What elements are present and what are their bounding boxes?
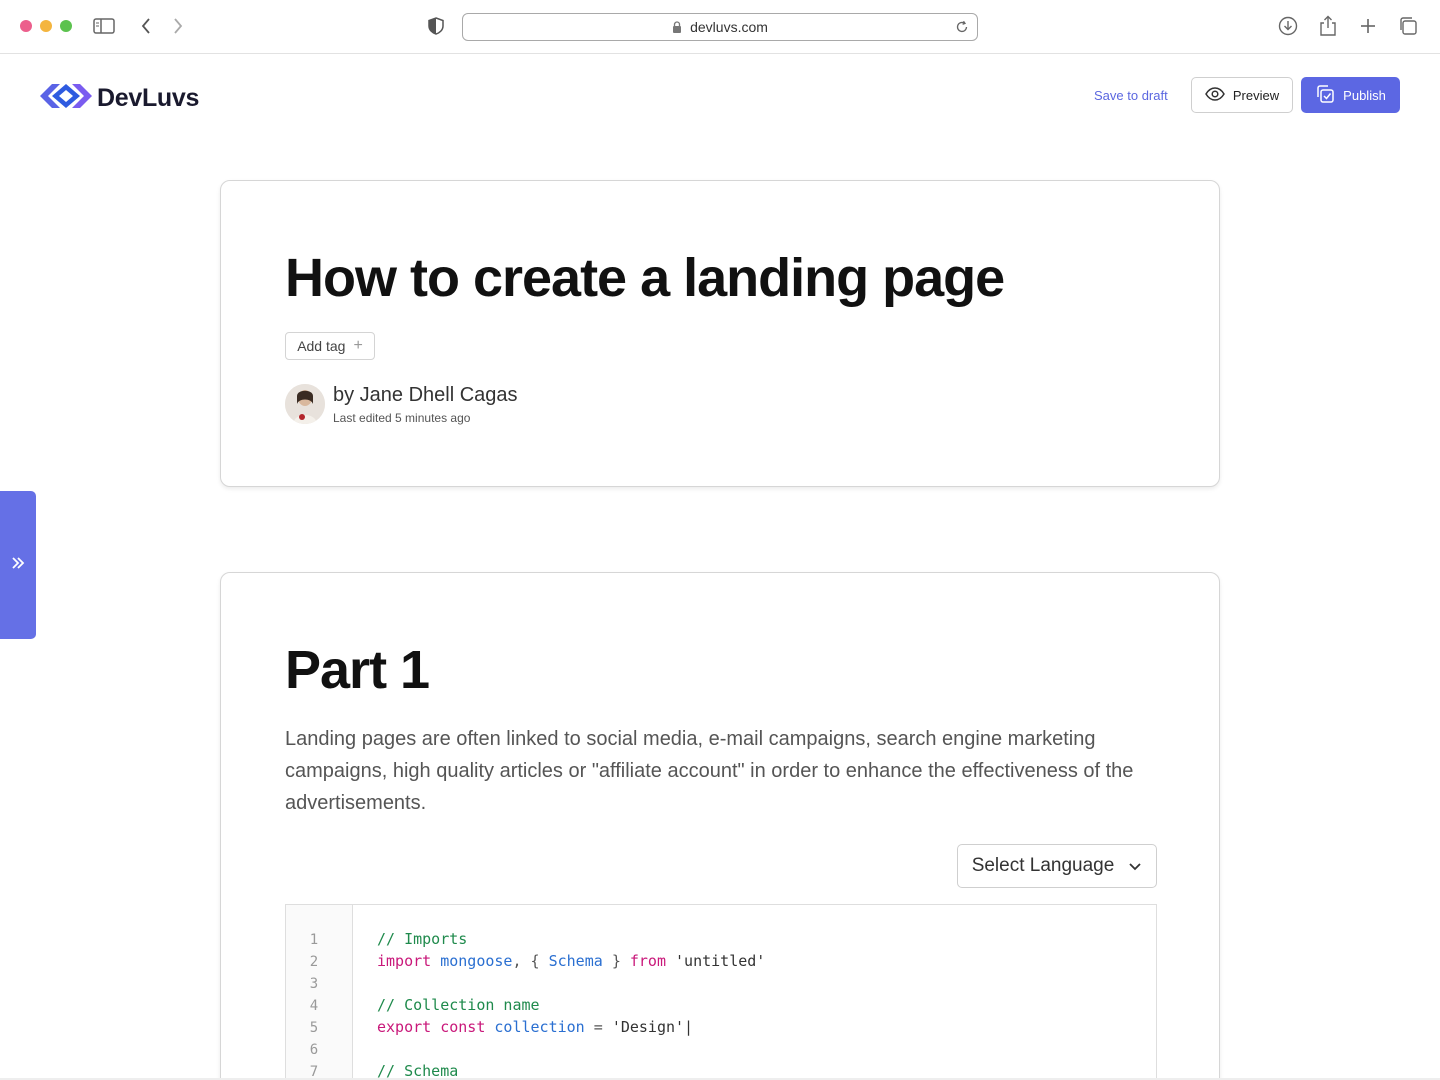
- address-bar[interactable]: devluvs.com: [462, 13, 978, 41]
- eye-icon: [1205, 86, 1225, 104]
- forward-icon[interactable]: [166, 14, 190, 38]
- expand-sidebar-tab[interactable]: [0, 491, 36, 639]
- post-header-card: How to create a landing page Add tag + b…: [220, 180, 1220, 487]
- tab-overview-icon[interactable]: [1396, 14, 1420, 38]
- back-icon[interactable]: [134, 14, 158, 38]
- code-punctuation: , {: [512, 952, 540, 970]
- download-icon[interactable]: [1276, 14, 1300, 38]
- zoom-window-button[interactable]: [60, 20, 72, 32]
- code-line-4: // Collection name: [377, 996, 540, 1014]
- post-title[interactable]: How to create a landing page: [285, 247, 1005, 309]
- add-tag-button[interactable]: Add tag +: [285, 332, 375, 360]
- privacy-shield-icon[interactable]: [424, 14, 448, 38]
- line-number: 4: [309, 998, 319, 1014]
- code-identifier: collection: [494, 1018, 585, 1036]
- section-paragraph[interactable]: Landing pages are often linked to social…: [285, 723, 1165, 819]
- code-keyword: from: [629, 952, 666, 970]
- line-number: 1: [309, 932, 319, 948]
- line-number: 2: [309, 954, 319, 970]
- code-line-1: // Imports: [377, 930, 467, 948]
- author-name: by Jane Dhell Cagas: [333, 384, 518, 406]
- line-number-gutter: 1 2 3 4 5 6 7: [286, 905, 353, 1080]
- share-icon[interactable]: [1316, 14, 1340, 38]
- publish-icon: [1315, 84, 1335, 107]
- lock-icon: [672, 21, 682, 33]
- code-comment: // Collection name: [377, 996, 540, 1014]
- add-tag-label: Add tag: [297, 338, 346, 354]
- logo-text: DevLuvs: [97, 84, 200, 112]
- last-edited-text: Last edited 5 minutes ago: [333, 411, 471, 425]
- publish-button[interactable]: Publish: [1301, 77, 1400, 113]
- code-string: 'untitled': [675, 952, 766, 970]
- close-window-button[interactable]: [20, 20, 32, 32]
- preview-label: Preview: [1232, 87, 1280, 103]
- chevron-down-icon: [1128, 855, 1142, 877]
- double-chevron-right-icon: [11, 556, 25, 574]
- code-identifier: Schema: [548, 952, 603, 970]
- code-keyword: export: [377, 1018, 432, 1036]
- code-identifier: mongoose: [440, 952, 513, 970]
- preview-button[interactable]: Preview: [1191, 77, 1293, 113]
- new-tab-icon[interactable]: [1356, 14, 1380, 38]
- code-punctuation: }: [611, 952, 621, 970]
- minimize-window-button[interactable]: [40, 20, 52, 32]
- url-text: devluvs.com: [690, 19, 768, 35]
- select-language-dropdown[interactable]: Select Language: [957, 844, 1157, 888]
- code-editor[interactable]: 1 2 3 4 5 6 7 // Imports import mongoose…: [285, 904, 1157, 1080]
- author-avatar: [285, 384, 325, 424]
- content-section-card: Part 1 Landing pages are often linked to…: [220, 572, 1220, 1080]
- line-number: 6: [309, 1042, 319, 1058]
- code-comment: // Imports: [377, 930, 468, 948]
- logo-icon: [40, 82, 92, 115]
- section-heading[interactable]: Part 1: [285, 639, 430, 701]
- select-language-label: Select Language: [971, 855, 1115, 876]
- code-line-2: import mongoose, { Schema } from 'untitl…: [377, 952, 765, 970]
- browser-toolbar: devluvs.com: [0, 0, 1440, 54]
- code-punctuation: =: [593, 1018, 603, 1036]
- code-keyword: const: [440, 1018, 486, 1036]
- reload-icon[interactable]: [955, 20, 969, 34]
- save-to-draft-link[interactable]: Save to draft: [1094, 88, 1168, 103]
- publish-label: Publish: [1343, 87, 1386, 103]
- line-number: 3: [309, 976, 319, 992]
- code-string: 'Design'|: [611, 1018, 694, 1036]
- code-keyword: import: [377, 952, 432, 970]
- line-number: 5: [309, 1020, 319, 1036]
- sidebar-toggle-icon[interactable]: [92, 14, 116, 38]
- plus-icon: +: [353, 337, 363, 354]
- logo[interactable]: DevLuvs: [40, 82, 199, 115]
- code-line-5: export const collection = 'Design'|: [377, 1018, 693, 1036]
